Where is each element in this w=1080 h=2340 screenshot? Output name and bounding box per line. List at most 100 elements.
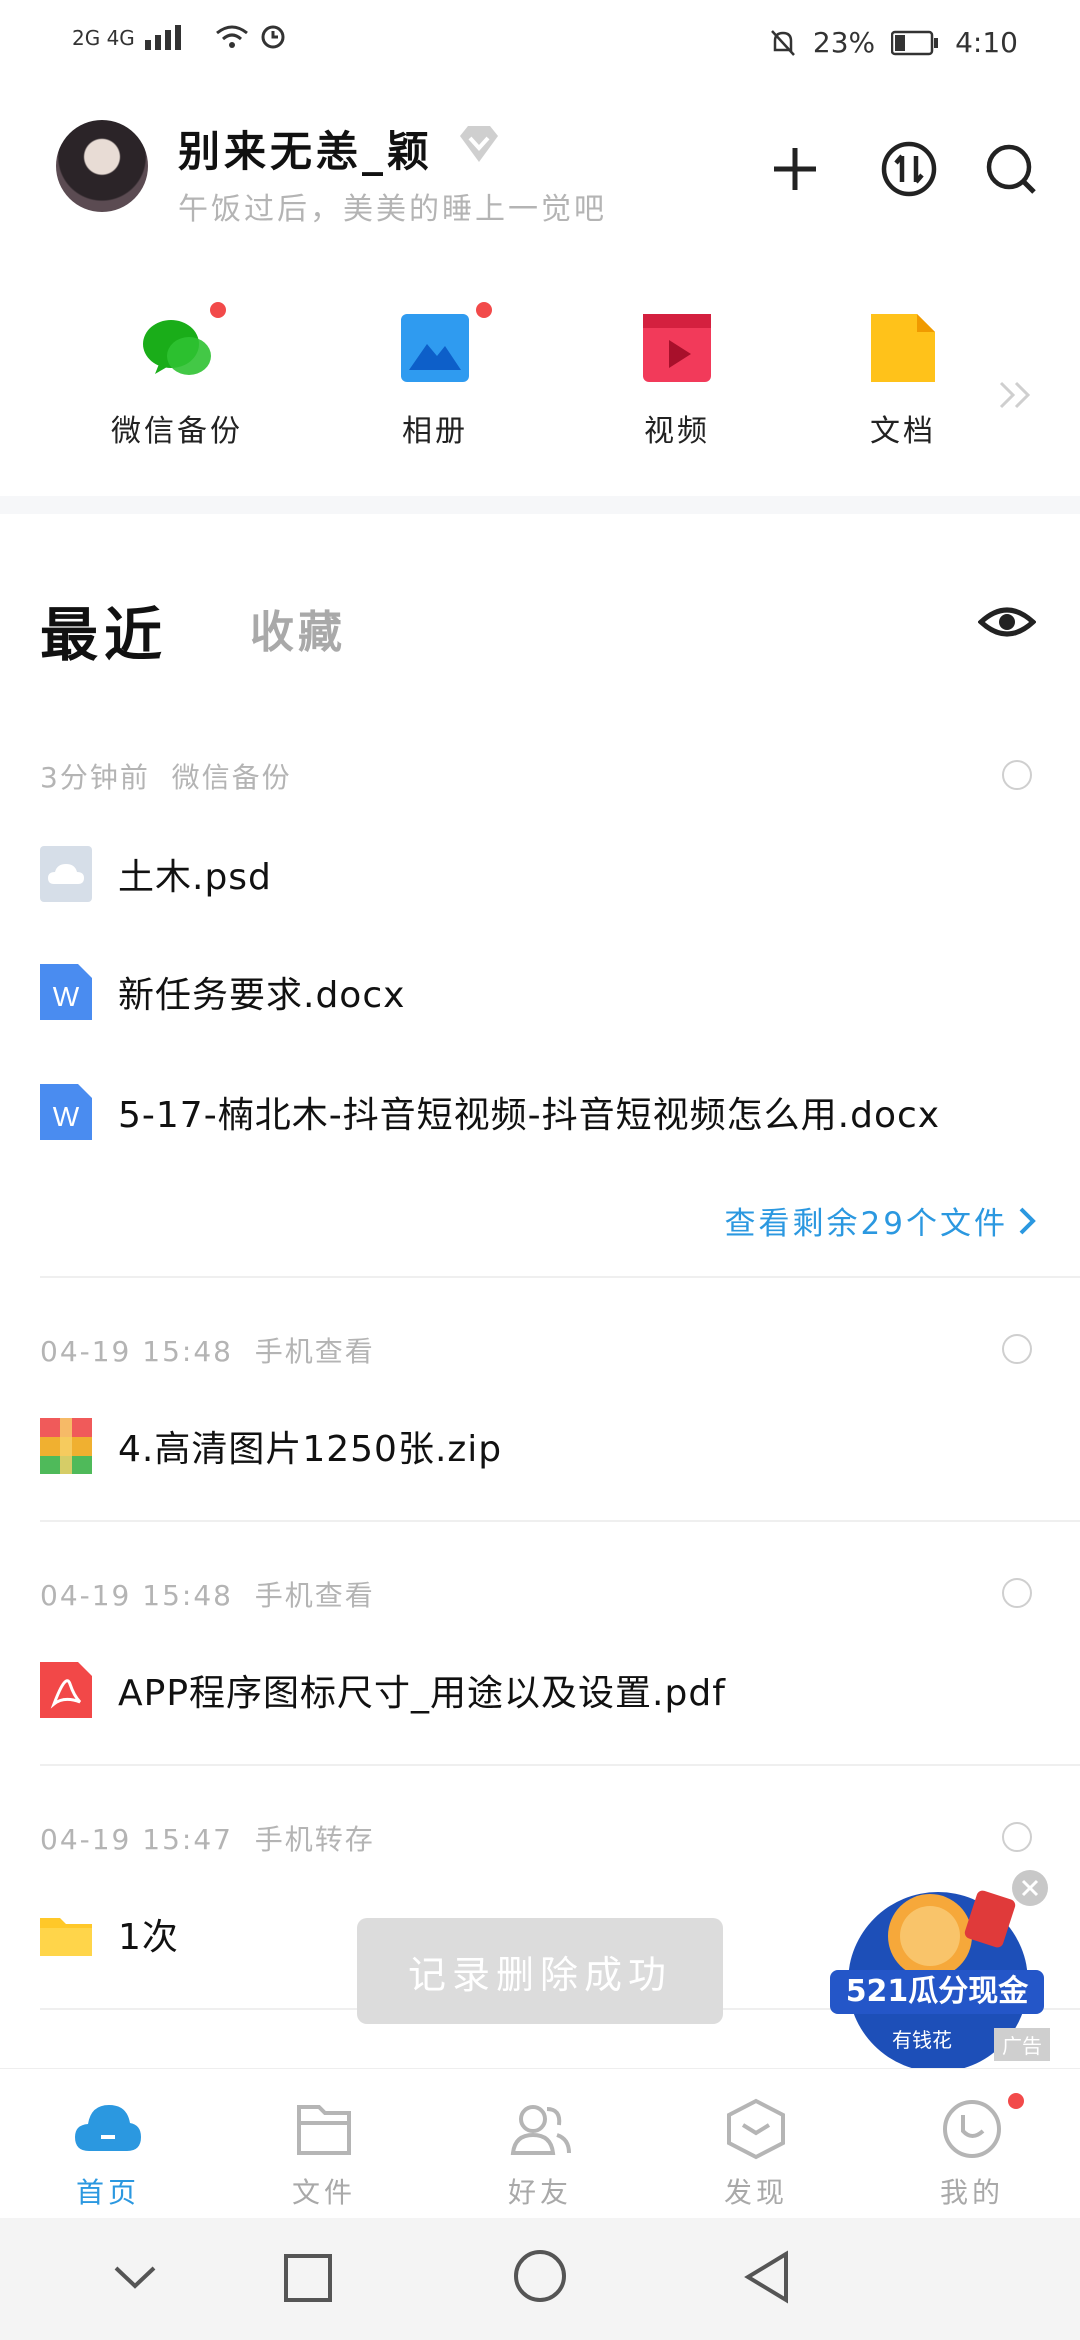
- chevron-right-icon: [1019, 1207, 1036, 1234]
- badge-dot: [476, 302, 492, 318]
- tab-recent[interactable]: 最近: [40, 588, 168, 672]
- search-button[interactable]: [976, 134, 1046, 204]
- divider: [40, 1276, 1080, 1278]
- quick-video[interactable]: 视频: [592, 300, 762, 460]
- nav-label: 好友: [507, 2176, 572, 2209]
- file-item[interactable]: W 新任务要求.docx: [40, 962, 405, 1022]
- select-radio[interactable]: [1002, 1578, 1032, 1608]
- pdf-file-icon: [40, 1662, 92, 1718]
- ad-brand: 有钱花: [892, 2028, 952, 2052]
- user-signature: 午饭过后，美美的睡上一觉吧: [178, 192, 607, 227]
- recent-apps-icon[interactable]: [282, 2252, 334, 2304]
- file-item[interactable]: APP程序图标尺寸_用途以及设置.pdf: [40, 1660, 726, 1720]
- section-separator: [0, 496, 1080, 514]
- quick-label: 相册: [402, 414, 468, 449]
- signal-text: 2G 4G: [72, 26, 135, 50]
- quick-wechat-backup[interactable]: 微信备份: [92, 300, 262, 460]
- svg-text:W: W: [53, 1101, 80, 1132]
- group-header: 3分钟前 微信备份: [40, 756, 292, 796]
- file-item[interactable]: 1次: [40, 1904, 179, 1964]
- system-nav-bar: [0, 2218, 1080, 2340]
- quick-document[interactable]: 文档: [818, 300, 988, 460]
- select-radio[interactable]: [1002, 1334, 1032, 1364]
- file-item[interactable]: 土木.psd: [40, 844, 272, 904]
- avatar[interactable]: [56, 120, 148, 212]
- group-time: 3分钟前: [40, 761, 150, 794]
- nav-discover[interactable]: 发现: [696, 2097, 816, 2213]
- nav-label: 我的: [939, 2176, 1004, 2209]
- wechat-icon: [143, 320, 211, 375]
- group-time: 04-19 15:48: [40, 1579, 233, 1612]
- status-right: 23% 4:10: [769, 26, 1018, 59]
- close-icon: [1021, 1879, 1039, 1897]
- group-source: 手机转存: [254, 1823, 375, 1856]
- group-header: 04-19 15:47 手机转存: [40, 1818, 375, 1858]
- username: 别来无恙_颖: [178, 127, 434, 176]
- group-source: 微信备份: [171, 761, 292, 794]
- wifi-icon: [215, 25, 248, 48]
- plus-icon: [774, 148, 816, 190]
- select-radio[interactable]: [1002, 760, 1032, 790]
- search-icon: [986, 144, 1036, 194]
- clock: 4:10: [955, 26, 1018, 59]
- file-item[interactable]: 4.高清图片1250张.zip: [40, 1416, 502, 1476]
- badge-dot: [1008, 2093, 1024, 2109]
- profile-icon: [943, 2100, 1001, 2158]
- svg-text:W: W: [53, 981, 80, 1012]
- transfer-icon: [881, 141, 937, 197]
- folder-icon: [297, 2105, 351, 2155]
- eye-icon[interactable]: [978, 596, 1036, 648]
- back-triangle-icon[interactable]: [742, 2250, 792, 2304]
- transfer-button[interactable]: [874, 134, 944, 204]
- file-name: 4.高清图片1250张.zip: [118, 1429, 503, 1470]
- quick-album[interactable]: 相册: [350, 300, 520, 460]
- ad-floating-banner[interactable]: 521瓜分现金 有钱花 广告: [830, 1870, 1050, 2074]
- group-source: 手机查看: [254, 1579, 375, 1612]
- nav-label: 发现: [723, 2176, 788, 2209]
- discover-icon: [727, 2098, 785, 2160]
- chevron-down-icon[interactable]: [112, 2262, 158, 2292]
- file-item[interactable]: W 5-17-楠北木-抖音短视频-抖音短视频怎么用.docx: [40, 1082, 940, 1142]
- vip-diamond-icon[interactable]: [456, 124, 502, 164]
- file-name: 1次: [118, 1917, 179, 1958]
- group-header: 04-19 15:48 手机查看: [40, 1330, 375, 1370]
- signal-icon: [144, 25, 181, 50]
- tab-favorites[interactable]: 收藏: [250, 596, 346, 660]
- select-radio[interactable]: [1002, 1822, 1032, 1852]
- nav-me[interactable]: 我的: [912, 2093, 1032, 2213]
- status-bar: 2G 4G 23% 4:10: [0, 0, 1080, 90]
- file-name: 土木.psd: [118, 857, 272, 898]
- nav-files[interactable]: 文件: [264, 2097, 384, 2213]
- add-button[interactable]: [760, 134, 830, 204]
- group-time: 04-19 15:47: [40, 1823, 233, 1856]
- nav-home[interactable]: 首页: [48, 2097, 168, 2213]
- view-remaining-files-link[interactable]: 查看剩余29个文件: [725, 1198, 1036, 1243]
- friends-icon: [510, 2105, 571, 2155]
- nav-friends[interactable]: 好友: [480, 2097, 600, 2213]
- badge-dot: [210, 302, 226, 318]
- word-doc-icon: W: [40, 964, 92, 1020]
- file-name: 新任务要求.docx: [118, 975, 406, 1016]
- mute-bell-icon: [770, 29, 795, 56]
- file-name: APP程序图标尺寸_用途以及设置.pdf: [118, 1673, 726, 1714]
- video-icon: [643, 314, 711, 382]
- toast-message: 记录删除成功: [357, 1918, 723, 2024]
- home-circle-icon[interactable]: [512, 2248, 568, 2304]
- ad-close-button[interactable]: [1012, 1870, 1048, 1906]
- battery-icon: [891, 30, 939, 55]
- quick-label: 视频: [644, 414, 710, 449]
- ad-tag: 广告: [994, 2028, 1050, 2061]
- folder-icon: [40, 1918, 92, 1956]
- nav-label: 首页: [75, 2176, 140, 2209]
- quick-label: 文档: [870, 414, 936, 449]
- cloud-home-icon: [75, 2105, 141, 2151]
- alarm-icon: [261, 25, 285, 49]
- signal-indicators: 2G 4G: [72, 22, 287, 50]
- quick-label: 微信备份: [111, 414, 243, 449]
- divider: [40, 1764, 1080, 1766]
- divider: [40, 1520, 1080, 1522]
- word-doc-icon: W: [40, 1084, 92, 1140]
- album-icon: [401, 314, 469, 382]
- bottom-navigation: 首页 文件 好友 发现 我的: [0, 2068, 1080, 2219]
- more-chevrons-icon[interactable]: [998, 380, 1034, 410]
